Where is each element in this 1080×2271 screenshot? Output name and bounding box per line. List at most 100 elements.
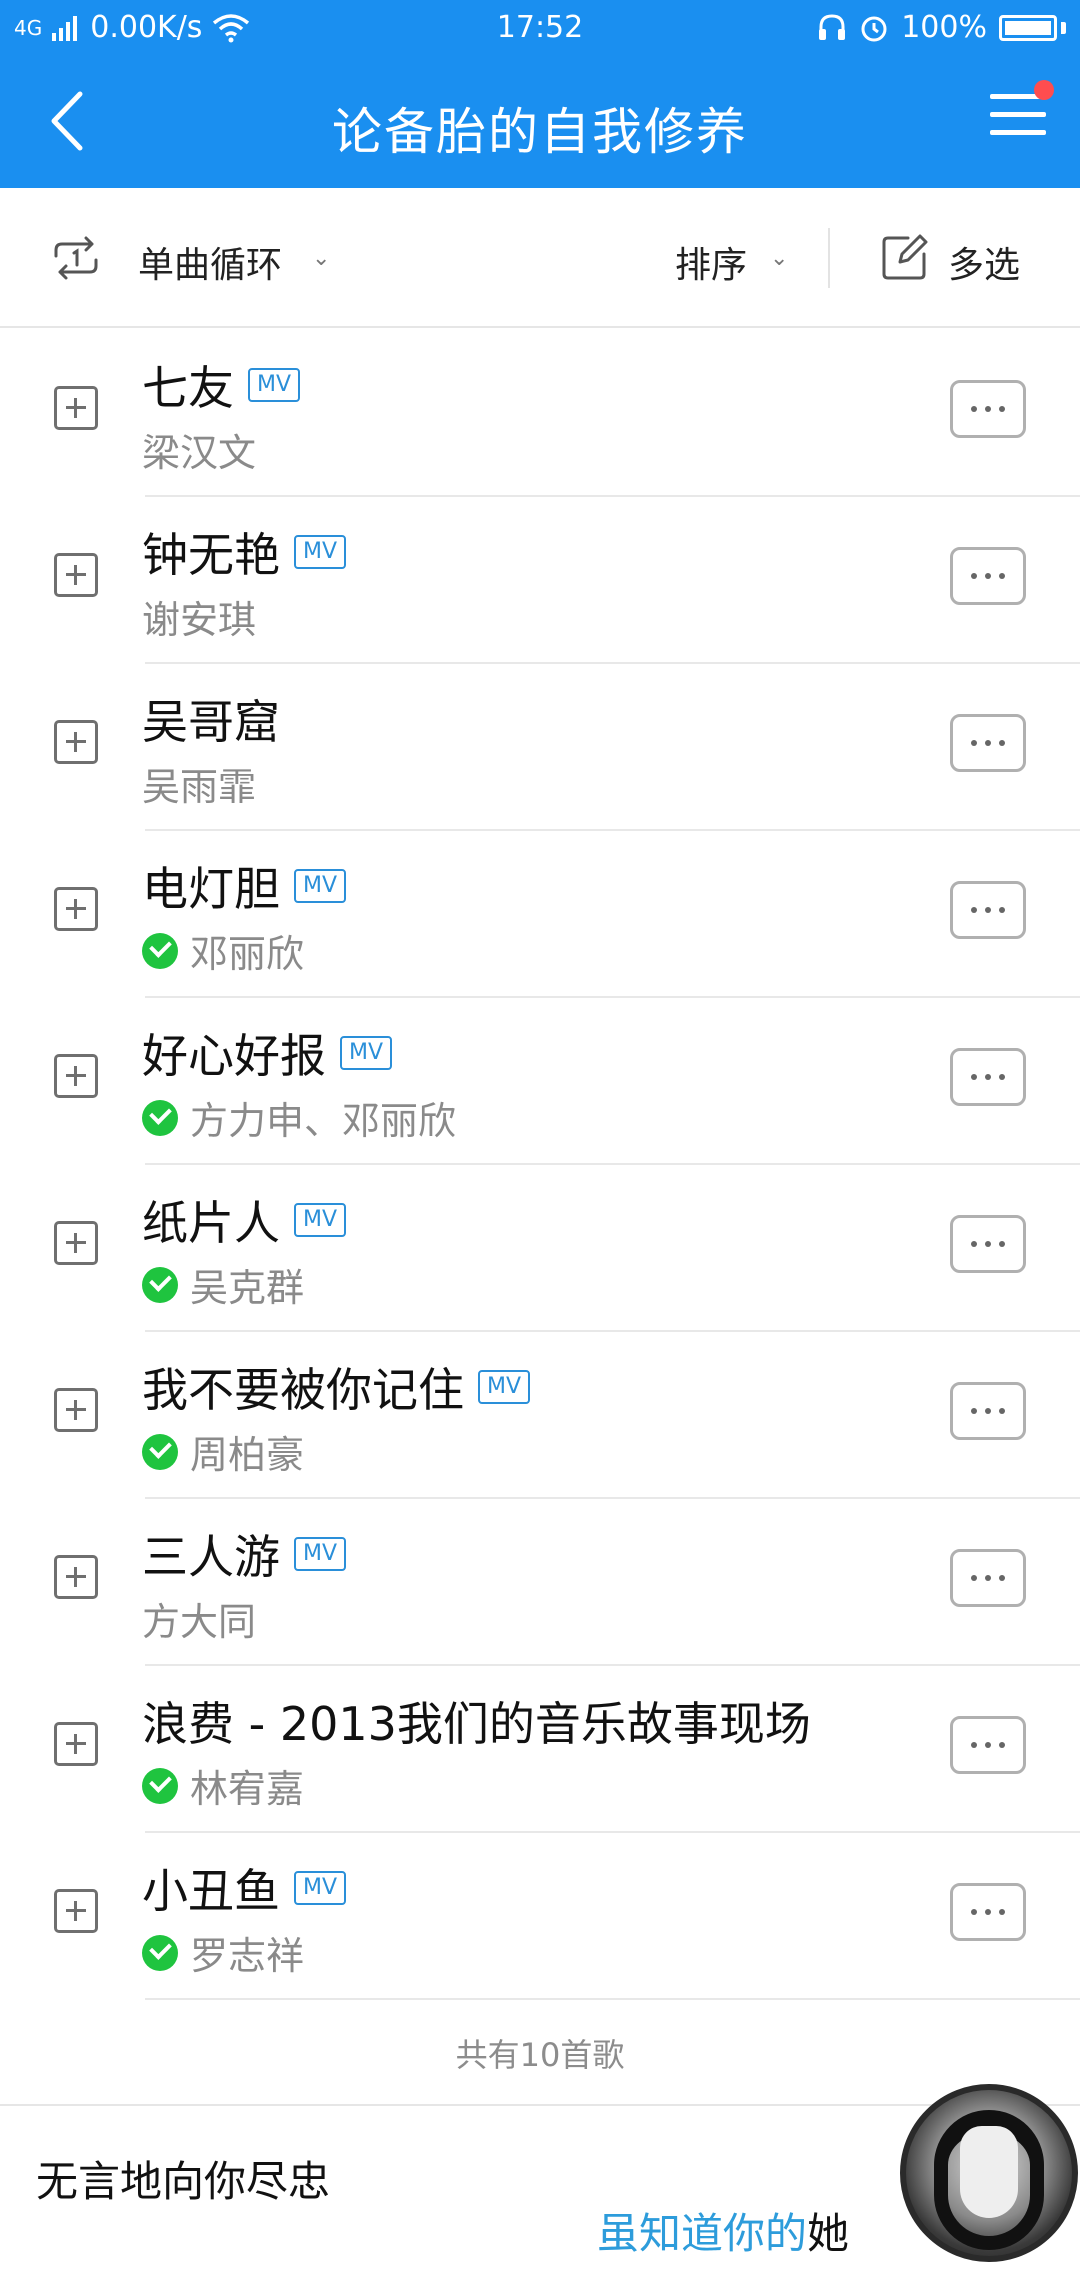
song-row[interactable]: 纸片人 MV 吴克群 — [0, 1165, 1080, 1332]
dot — [971, 1074, 977, 1080]
dot — [985, 907, 991, 913]
song-row[interactable]: 好心好报 MV 方力申、邓丽欣 — [0, 998, 1080, 1165]
headphone-icon — [819, 13, 846, 40]
song-title: 纸片人 — [142, 1196, 280, 1250]
add-icon[interactable] — [54, 1555, 98, 1599]
song-row[interactable]: 七友 MV 梁汉文 — [0, 330, 1080, 497]
dot — [971, 1575, 977, 1581]
mv-badge[interactable]: MV — [248, 368, 301, 402]
more-options-button[interactable] — [950, 881, 1026, 939]
loop-mode-label: 单曲循环 — [138, 245, 283, 286]
more-options-button[interactable] — [950, 1048, 1026, 1106]
add-icon[interactable] — [54, 720, 98, 764]
artist-line: 方力申、邓丽欣 — [142, 1090, 456, 1145]
mv-badge[interactable]: MV — [294, 535, 347, 569]
song-title: 我不要被你记住 — [142, 1363, 464, 1417]
song-title-line: 好心好报 MV — [142, 1020, 393, 1086]
dot — [971, 1909, 977, 1915]
artist-line: 谢安琪 — [142, 589, 256, 644]
dot — [985, 1742, 991, 1748]
lyric-highlight: 虽知道你的 — [597, 2209, 808, 2258]
mv-badge[interactable]: MV — [294, 869, 347, 903]
dot — [985, 740, 991, 746]
more-options-button[interactable] — [950, 1382, 1026, 1440]
song-row[interactable]: 小丑鱼 MV 罗志祥 — [0, 1833, 1080, 2000]
chevron-down-icon: ⌄ — [312, 246, 331, 271]
notification-dot — [1034, 80, 1054, 100]
lyric-line-1: 无言地向你尽忠 — [36, 2157, 331, 2206]
song-artist: 谢安琪 — [142, 598, 257, 642]
song-row[interactable]: 浪费 - 2013我们的音乐故事现场 林宥嘉 — [0, 1666, 1080, 1833]
song-title-line: 我不要被你记住 MV — [142, 1354, 531, 1420]
dot — [985, 1241, 991, 1247]
song-row[interactable]: 吴哥窟 吴雨霏 — [0, 664, 1080, 831]
more-options-button[interactable] — [950, 1215, 1026, 1273]
mv-badge[interactable]: MV — [294, 1203, 347, 1237]
dot — [999, 1408, 1005, 1414]
song-row[interactable]: 三人游 MV 方大同 — [0, 1499, 1080, 1666]
dot — [999, 1575, 1005, 1581]
artist-line: 邓丽欣 — [142, 923, 304, 978]
artist-line: 林宥嘉 — [142, 1758, 304, 1813]
dot — [971, 406, 977, 412]
mv-badge[interactable]: MV — [294, 1871, 347, 1905]
dot — [971, 1742, 977, 1748]
add-icon[interactable] — [54, 1388, 98, 1432]
mv-badge[interactable]: MV — [294, 1537, 347, 1571]
more-options-button[interactable] — [950, 1549, 1026, 1607]
artist-line: 方大同 — [142, 1591, 256, 1646]
more-options-button[interactable] — [950, 1716, 1026, 1774]
alarm-icon — [861, 16, 887, 41]
dot — [999, 406, 1005, 412]
artist-line: 罗志祥 — [142, 1925, 304, 1980]
lyric-rest: 她 — [807, 2209, 850, 2258]
song-title-line: 钟无艳 MV — [142, 519, 347, 585]
song-row[interactable]: 我不要被你记住 MV 周柏豪 — [0, 1332, 1080, 1499]
add-icon[interactable] — [54, 386, 98, 430]
dot — [985, 1074, 991, 1080]
song-artist: 罗志祥 — [190, 1934, 305, 1978]
playlist-toolbar: 单曲循环 ⌄ 排序 ⌄ 多选 — [0, 188, 1080, 328]
divider — [145, 1998, 1080, 2000]
dot — [999, 740, 1005, 746]
downloaded-check-icon — [142, 932, 178, 969]
song-artist: 吴克群 — [190, 1266, 305, 1310]
song-artist: 周柏豪 — [190, 1433, 305, 1477]
add-icon[interactable] — [54, 1221, 98, 1265]
more-options-button[interactable] — [950, 1883, 1026, 1941]
mv-badge[interactable]: MV — [340, 1036, 393, 1070]
song-title: 七友 — [142, 361, 234, 415]
dot — [999, 1742, 1005, 1748]
add-icon[interactable] — [54, 1722, 98, 1766]
song-title: 电灯胆 — [142, 862, 280, 916]
song-title-line: 电灯胆 MV — [142, 853, 347, 919]
dot — [999, 1909, 1005, 1915]
more-options-button[interactable] — [950, 714, 1026, 772]
album-cover-face — [960, 2126, 1018, 2218]
add-icon[interactable] — [54, 1889, 98, 1933]
album-cover[interactable] — [900, 2084, 1078, 2262]
song-count: 共有10首歌 — [455, 2036, 625, 2074]
add-icon[interactable] — [54, 1054, 98, 1098]
chevron-down-icon: ⌄ — [770, 246, 789, 271]
song-title-line: 三人游 MV — [142, 1521, 347, 1587]
sort-label: 排序 — [675, 245, 748, 286]
artist-line: 梁汉文 — [142, 422, 256, 477]
mv-badge[interactable]: MV — [478, 1370, 531, 1404]
dot — [999, 1074, 1005, 1080]
artist-line: 吴克群 — [142, 1257, 304, 1312]
battery-cap — [1061, 21, 1066, 34]
more-options-button[interactable] — [950, 380, 1026, 438]
song-row[interactable]: 电灯胆 MV 邓丽欣 — [0, 831, 1080, 998]
downloaded-check-icon — [142, 1099, 178, 1136]
song-title: 好心好报 — [142, 1029, 326, 1083]
app-header: 4G 0.00K/s 17:52 100% 论备胎的自我修养 — [0, 0, 1080, 188]
song-row[interactable]: 钟无艳 MV 谢安琪 — [0, 497, 1080, 664]
song-artist: 梁汉文 — [142, 431, 257, 475]
add-icon[interactable] — [54, 887, 98, 931]
menu-button[interactable] — [990, 80, 1054, 150]
add-icon[interactable] — [54, 553, 98, 597]
more-options-button[interactable] — [950, 547, 1026, 605]
dot — [985, 1408, 991, 1414]
artist-line: 吴雨霏 — [142, 756, 256, 811]
